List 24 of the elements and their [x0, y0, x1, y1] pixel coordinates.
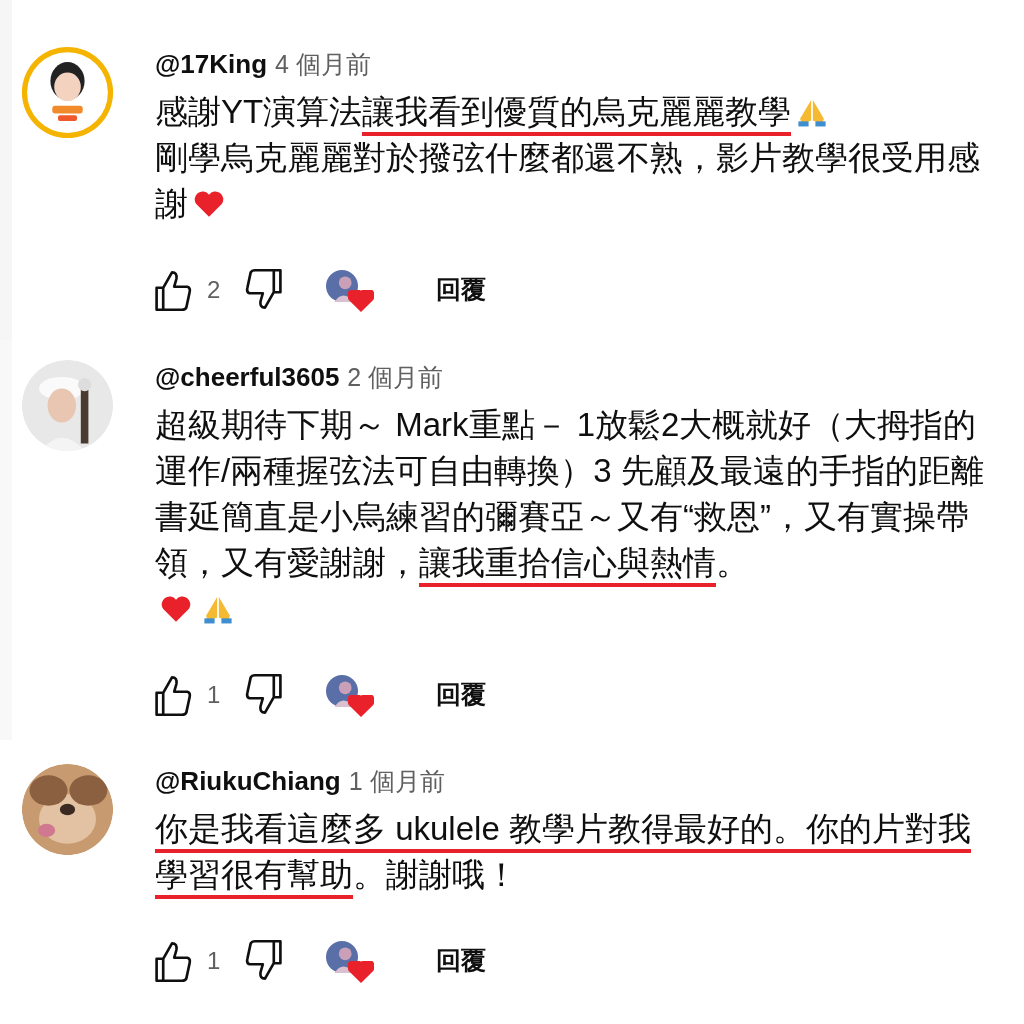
reply-button[interactable]: 回覆	[428, 267, 495, 313]
creator-heart-icon	[348, 289, 375, 313]
comment-text: 書延簡直是小烏練習的彌賽亞～又有“救恩”，又有實操帶	[155, 496, 969, 537]
comment-text: 運作/兩種握弦法可自由轉換）3 先顧及最遠的手指的距離	[155, 450, 984, 491]
comment-text: 你是我看這麼多 ukulele 教學片教得最好的。你的片對我	[155, 805, 971, 853]
comment-time: 2 個月前	[347, 362, 444, 393]
comment-text: 感謝YT演算法讓我看到優質的烏克麗麗教學	[155, 88, 792, 136]
reply-button[interactable]: 回覆	[428, 672, 495, 718]
like-count: 1	[207, 945, 221, 976]
comment-time: 1 個月前	[348, 766, 445, 797]
creator-heart-icon	[348, 694, 375, 718]
comment-text: 謝	[155, 183, 188, 224]
creator-heart-icon	[348, 960, 375, 984]
author-name[interactable]: @RiukuChiang	[155, 762, 341, 801]
like-count: 2	[207, 274, 221, 305]
like-count: 1	[207, 679, 221, 710]
author-name[interactable]: @17King	[155, 45, 268, 84]
comment-text: 剛學烏克麗麗對於撥弦什麼都還不熟，影片教學很受用感	[155, 137, 980, 178]
comment-text: 學習很有幫助。謝謝哦！	[155, 851, 518, 899]
reply-button[interactable]: 回覆	[428, 938, 495, 984]
author-name[interactable]: @cheerful3605	[155, 358, 340, 397]
comment-text: 超級期待下期～ Mark重點－ 1放鬆2大概就好（大拇指的	[155, 404, 977, 445]
comment-text: 領，又有愛謝謝，讓我重拾信心與熱情。	[155, 539, 749, 587]
comment-time: 4 個月前	[275, 49, 371, 80]
